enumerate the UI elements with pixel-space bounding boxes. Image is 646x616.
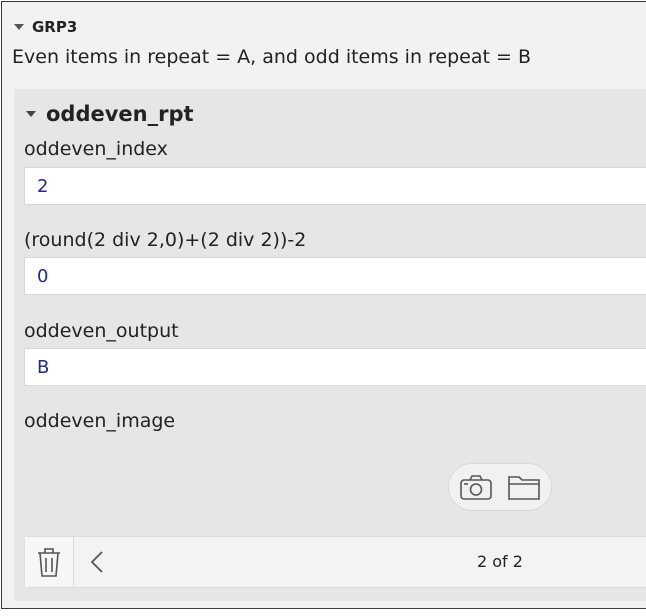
camera-icon [460,475,492,500]
chevron-left-icon [90,551,103,573]
previous-repeat-button[interactable] [81,537,113,587]
repeat-title: oddeven_rpt [46,102,194,126]
folder-icon [508,476,540,500]
media-capture-bar [448,463,552,511]
repeat-page-count: 2 of 2 [477,552,523,571]
camera-button[interactable] [456,467,496,507]
group-label: Even items in repeat = A, and odd items … [12,46,532,68]
oddeven-output-field[interactable]: B [24,348,646,386]
question-label-oddeven-image: oddeven_image [24,410,176,432]
oddeven-index-field[interactable]: 2 [24,167,646,205]
delete-repeat-button[interactable] [25,537,74,587]
question-label-round-calc: (round(2 div 2,0)+(2 div 2))-2 [24,229,307,251]
trash-icon [38,548,60,577]
caret-down-icon[interactable] [26,111,36,117]
question-label-oddeven-index: oddeven_index [24,138,168,160]
file-picker-button[interactable] [504,467,544,507]
group-header[interactable]: GRP3 [14,16,77,38]
repeat-footer: 2 of 2 [24,536,646,588]
group-container: GRP3 Even items in repeat = A, and odd i… [1,1,646,609]
group-title: GRP3 [32,18,78,36]
caret-down-icon[interactable] [14,24,24,30]
repeat-container: oddeven_rpt oddeven_index 2 (round(2 div… [14,89,646,601]
question-label-oddeven-output: oddeven_output [24,320,179,342]
repeat-header[interactable]: oddeven_rpt [26,101,194,127]
round-calc-field[interactable]: 0 [24,257,646,295]
